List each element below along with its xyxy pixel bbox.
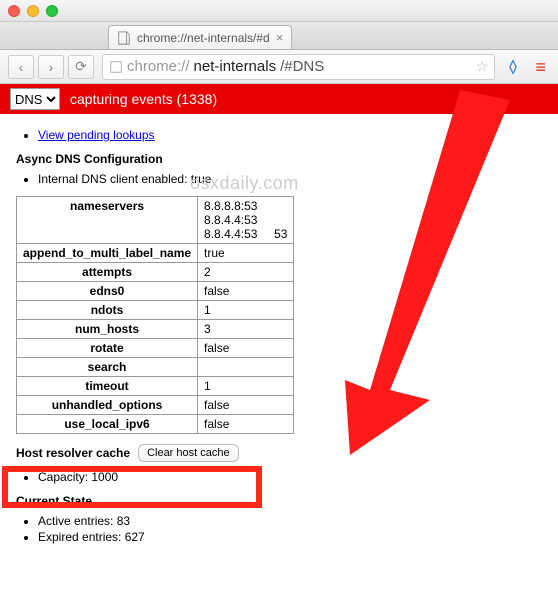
config-value: 2 — [198, 263, 294, 282]
config-value: 1 — [198, 377, 294, 396]
bookmark-star-icon[interactable]: ☆ — [476, 58, 489, 75]
zoom-window-button[interactable] — [46, 5, 58, 17]
config-key: rotate — [17, 339, 198, 358]
extension-icon[interactable] — [503, 57, 523, 77]
table-row: use_local_ipv6false — [17, 415, 294, 434]
url-path: /#DNS — [280, 58, 324, 75]
table-row: append_to_multi_label_nametrue — [17, 244, 294, 263]
page-icon — [117, 31, 131, 45]
table-row: search — [17, 358, 294, 377]
table-row: timeout1 — [17, 377, 294, 396]
config-value: true — [198, 244, 294, 263]
view-pending-lookups-link[interactable]: View pending lookups — [38, 128, 155, 142]
nameservers-value: 8.8.8.8:53 8.8.4.4:53 8.8.4.4:53 53 — [198, 197, 294, 244]
tab-title: chrome://net-internals/#d — [137, 31, 270, 45]
table-row: unhandled_optionsfalse — [17, 396, 294, 415]
window-controls — [8, 5, 58, 17]
table-row: nameservers 8.8.8.8:53 8.8.4.4:53 8.8.4.… — [17, 197, 294, 244]
config-value: 3 — [198, 320, 294, 339]
browser-toolbar: ‹ › ⟳ chrome://net-internals/#DNS ☆ ≡ — [0, 50, 558, 84]
capturing-text: capturing events (1338) — [70, 91, 217, 107]
table-row: ndots1 — [17, 301, 294, 320]
url-host: net-internals — [194, 58, 277, 75]
section-select[interactable]: DNS — [10, 88, 60, 110]
host-resolver-cache-heading: Host resolver cache — [16, 446, 130, 460]
config-key: use_local_ipv6 — [17, 415, 198, 434]
back-button[interactable]: ‹ — [8, 55, 34, 79]
config-key: attempts — [17, 263, 198, 282]
table-row: attempts2 — [17, 263, 294, 282]
config-key: append_to_multi_label_name — [17, 244, 198, 263]
current-state-heading: Current State — [16, 494, 542, 508]
forward-button[interactable]: › — [38, 55, 64, 79]
config-key: search — [17, 358, 198, 377]
reload-button[interactable]: ⟳ — [68, 55, 94, 79]
minimize-window-button[interactable] — [27, 5, 39, 17]
window-titlebar — [0, 0, 558, 22]
hamburger-menu-icon[interactable]: ≡ — [531, 58, 550, 76]
config-value: 1 — [198, 301, 294, 320]
dns-config-table: nameservers 8.8.8.8:53 8.8.4.4:53 8.8.4.… — [16, 196, 294, 434]
table-row: num_hosts3 — [17, 320, 294, 339]
config-key: ndots — [17, 301, 198, 320]
capturing-bar: DNS capturing events (1338) — [0, 84, 558, 114]
config-value — [198, 358, 294, 377]
config-value: false — [198, 282, 294, 301]
close-window-button[interactable] — [8, 5, 20, 17]
address-bar[interactable]: chrome://net-internals/#DNS ☆ — [102, 54, 495, 80]
browser-tab[interactable]: chrome://net-internals/#d × — [108, 25, 292, 49]
async-dns-heading: Async DNS Configuration — [16, 152, 542, 166]
expired-entries-item: Expired entries: 627 — [38, 530, 542, 544]
config-value: false — [198, 415, 294, 434]
config-key: unhandled_options — [17, 396, 198, 415]
site-icon — [109, 60, 123, 74]
table-row: edns0false — [17, 282, 294, 301]
active-entries-item: Active entries: 83 — [38, 514, 542, 528]
config-key: num_hosts — [17, 320, 198, 339]
capacity-item: Capacity: 1000 — [38, 470, 542, 484]
table-row: rotatefalse — [17, 339, 294, 358]
internal-dns-client-item: Internal DNS client enabled: true — [38, 172, 542, 186]
config-key: edns0 — [17, 282, 198, 301]
clear-host-cache-button[interactable]: Clear host cache — [138, 444, 239, 462]
tab-strip: chrome://net-internals/#d × — [0, 22, 558, 50]
config-value: false — [198, 339, 294, 358]
url-scheme: chrome:// — [127, 58, 190, 75]
close-tab-icon[interactable]: × — [276, 30, 284, 45]
config-key: timeout — [17, 377, 198, 396]
config-value: false — [198, 396, 294, 415]
page-content: View pending lookups Async DNS Configura… — [0, 114, 558, 574]
nameservers-label: nameservers — [17, 197, 198, 244]
